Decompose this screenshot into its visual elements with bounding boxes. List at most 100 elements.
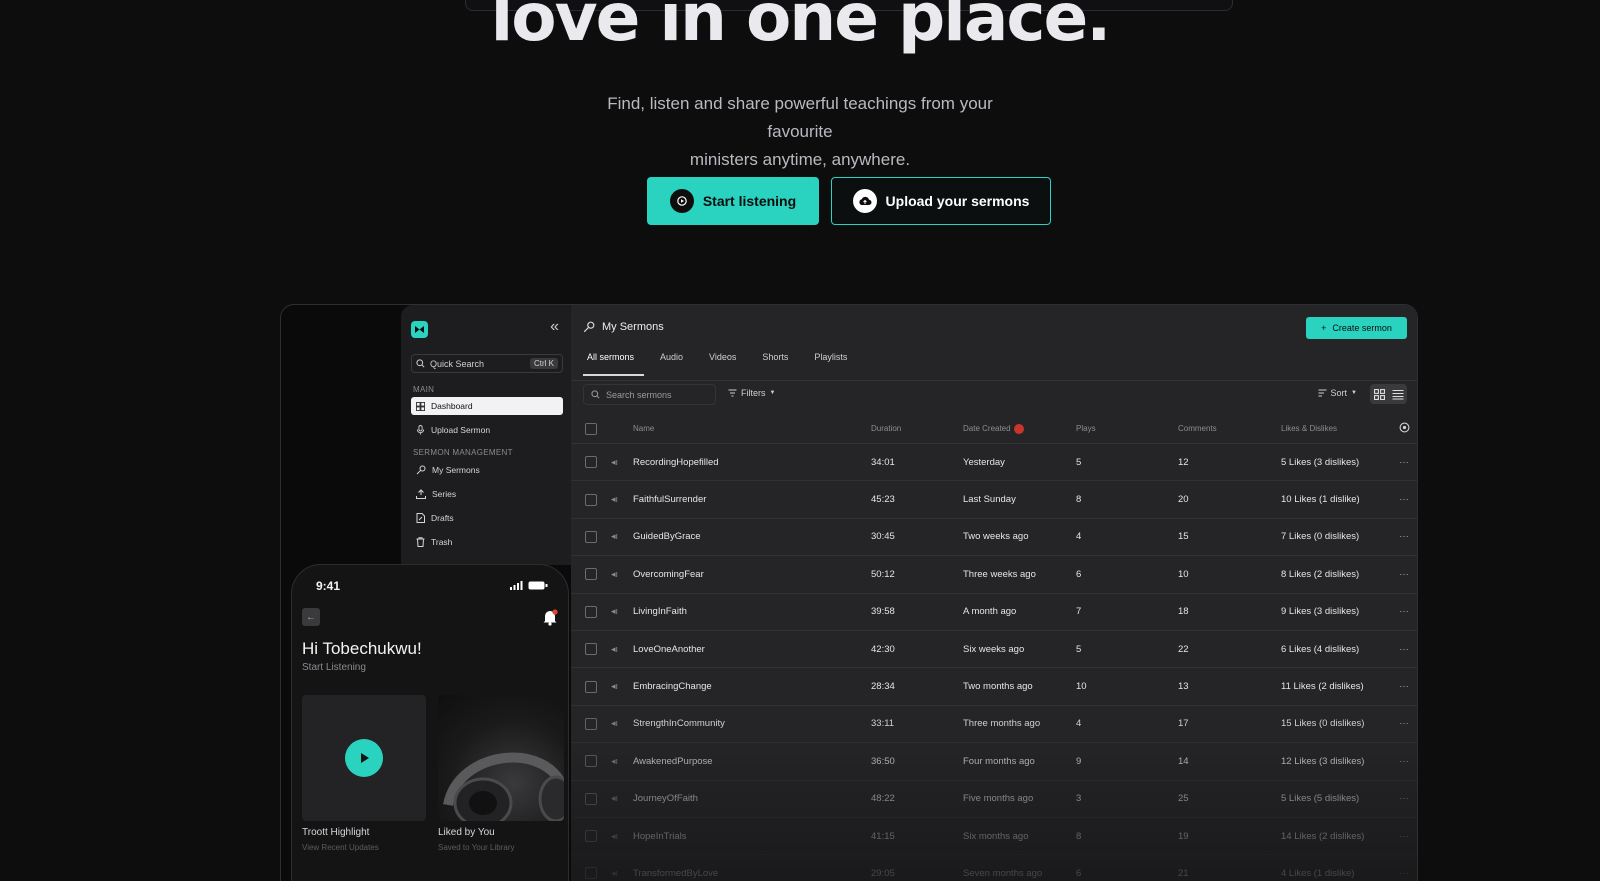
sermon-name[interactable]: FaithfulSurrender — [633, 494, 871, 505]
sermon-name[interactable]: AwakenedPurpose — [633, 756, 871, 767]
row-checkbox[interactable] — [585, 530, 597, 543]
sermon-name[interactable]: TransformedByLove — [633, 868, 871, 879]
phone-time: 9:41 — [316, 579, 341, 593]
sermon-name[interactable]: RecordingHopefilled — [633, 457, 871, 468]
column-name[interactable]: Name — [633, 424, 871, 433]
more-options-icon[interactable]: ··· — [1389, 606, 1417, 617]
row-checkbox[interactable] — [585, 792, 597, 805]
sermon-plays: 8 — [1076, 830, 1082, 842]
plus-icon: + — [1321, 323, 1327, 333]
column-duration[interactable]: Duration — [871, 424, 963, 433]
quick-search-input[interactable]: Quick Search Ctrl K — [411, 354, 563, 373]
sermon-duration: 50:12 — [871, 568, 895, 580]
table-row[interactable]: ◂ı RecordingHopefilled 34:01 Yesterday 5… — [571, 444, 1417, 482]
row-checkbox[interactable] — [585, 755, 597, 768]
more-options-icon[interactable]: ··· — [1389, 718, 1417, 729]
select-all-checkbox[interactable] — [585, 422, 597, 435]
sidebar-item-label: Upload Sermon — [431, 425, 491, 435]
filters-button[interactable]: Filters ▼ — [728, 388, 775, 398]
table-row[interactable]: ◂ı LoveOneAnother 42:30 Six weeks ago 5 … — [571, 631, 1417, 669]
table-row[interactable]: ◂ı EmbracingChange 28:34 Two months ago … — [571, 668, 1417, 706]
sermon-name[interactable]: OvercomingFear — [633, 569, 871, 580]
table-row[interactable]: ◂ı HopeInTrials 41:15 Six months ago 8 1… — [571, 818, 1417, 856]
table-row[interactable]: ◂ı AwakenedPurpose 36:50 Four months ago… — [571, 743, 1417, 781]
row-checkbox[interactable] — [585, 643, 597, 656]
back-icon[interactable]: ← — [302, 608, 320, 626]
liked-card-image[interactable] — [438, 695, 564, 821]
battery-icon — [528, 581, 548, 590]
column-date-created[interactable]: Date Created — [963, 423, 1076, 434]
row-checkbox[interactable] — [585, 568, 597, 581]
sidebar: « Quick Search Ctrl K MAIN Dashboard Upl… — [401, 305, 571, 565]
row-checkbox[interactable] — [585, 717, 597, 730]
sidebar-item-my-sermons[interactable]: My Sermons — [411, 461, 563, 479]
table-row[interactable]: ◂ı OvercomingFear 50:12 Three weeks ago … — [571, 556, 1417, 594]
more-options-icon[interactable]: ··· — [1389, 531, 1417, 542]
search-sermons-input[interactable]: Search sermons — [583, 384, 716, 405]
create-sermon-button[interactable]: + Create sermon — [1306, 317, 1407, 339]
sidebar-item-trash[interactable]: Trash — [411, 533, 563, 551]
more-options-icon[interactable]: ··· — [1389, 457, 1417, 468]
table-row[interactable]: ◂ı FaithfulSurrender 45:23 Last Sunday 8… — [571, 481, 1417, 519]
row-checkbox[interactable] — [585, 867, 597, 880]
row-checkbox[interactable] — [585, 680, 597, 693]
audio-wave-icon: ◂ı — [611, 793, 619, 804]
tab-all-sermons[interactable]: All sermons — [583, 352, 645, 376]
table-row[interactable]: ◂ı JourneyOfFaith 48:22 Five months ago … — [571, 781, 1417, 818]
row-checkbox[interactable] — [585, 493, 597, 506]
sermon-likes: 7 Likes (0 dislikes) — [1281, 531, 1360, 543]
sidebar-item-drafts[interactable]: Drafts — [411, 509, 563, 527]
tab-playlists[interactable]: Playlists — [810, 352, 857, 376]
audio-wave-icon: ◂ı — [611, 867, 619, 878]
table-row[interactable]: ◂ı GuidedByGrace 30:45 Two weeks ago 4 1… — [571, 519, 1417, 557]
collapse-sidebar-icon[interactable]: « — [550, 318, 559, 336]
sermon-table-body: ◂ı RecordingHopefilled 34:01 Yesterday 5… — [571, 444, 1417, 881]
sermon-name[interactable]: EmbracingChange — [633, 681, 871, 692]
sermon-name[interactable]: LoveOneAnother — [633, 644, 871, 655]
more-options-icon[interactable]: ··· — [1389, 681, 1417, 692]
column-comments[interactable]: Comments — [1178, 424, 1281, 433]
sermon-name[interactable]: StrengthInCommunity — [633, 718, 871, 729]
column-plays[interactable]: Plays — [1076, 424, 1178, 433]
more-options-icon[interactable]: ··· — [1389, 569, 1417, 580]
view-toggle[interactable] — [1370, 384, 1407, 404]
sermon-plays: 9 — [1076, 755, 1082, 767]
row-checkbox[interactable] — [585, 830, 597, 843]
column-date-created-label: Date Created — [963, 423, 1011, 433]
sermon-name[interactable]: LivingInFaith — [633, 606, 871, 617]
sidebar-item-upload-sermon[interactable]: Upload Sermon — [411, 421, 563, 439]
sidebar-item-series[interactable]: Series — [411, 485, 563, 503]
table-row[interactable]: ◂ı StrengthInCommunity 33:11 Three month… — [571, 706, 1417, 744]
table-row[interactable]: ◂ı TransformedByLove 29:05 Seven months … — [571, 855, 1417, 881]
more-options-icon[interactable]: ··· — [1389, 831, 1417, 842]
highlight-card[interactable] — [302, 695, 426, 821]
tab-audio[interactable]: Audio — [656, 352, 693, 376]
sermon-name[interactable]: GuidedByGrace — [633, 531, 871, 542]
tab-videos[interactable]: Videos — [705, 352, 746, 376]
row-checkbox[interactable] — [585, 456, 597, 469]
column-likes[interactable]: Likes & Dislikes — [1281, 424, 1389, 433]
column-settings-icon[interactable] — [1389, 422, 1417, 435]
sermon-plays: 7 — [1076, 606, 1082, 618]
grid-view-icon[interactable] — [1373, 388, 1385, 400]
tab-shorts[interactable]: Shorts — [758, 352, 798, 376]
sermon-date: Four months ago — [963, 755, 1035, 767]
sort-button[interactable]: Sort ▼ — [1318, 388, 1357, 398]
more-options-icon[interactable]: ··· — [1389, 644, 1417, 655]
table-row[interactable]: ◂ı LivingInFaith 39:58 A month ago 7 18 … — [571, 594, 1417, 631]
quick-search-label: Quick Search — [430, 358, 485, 369]
list-view-icon[interactable] — [1392, 389, 1404, 400]
bell-icon[interactable] — [542, 609, 558, 631]
row-checkbox[interactable] — [585, 605, 597, 618]
sidebar-item-dashboard[interactable]: Dashboard — [411, 397, 563, 415]
more-options-icon[interactable]: ··· — [1389, 756, 1417, 767]
upload-sermons-button[interactable]: Upload your sermons — [831, 177, 1051, 225]
sermon-name[interactable]: JourneyOfFaith — [633, 793, 871, 804]
sermon-plays: 6 — [1076, 867, 1082, 879]
more-options-icon[interactable]: ··· — [1389, 868, 1417, 879]
sermon-name[interactable]: HopeInTrials — [633, 831, 871, 842]
more-options-icon[interactable]: ··· — [1389, 793, 1417, 804]
play-icon[interactable] — [345, 739, 383, 777]
more-options-icon[interactable]: ··· — [1389, 494, 1417, 505]
start-listening-button[interactable]: Start listening — [647, 177, 819, 225]
